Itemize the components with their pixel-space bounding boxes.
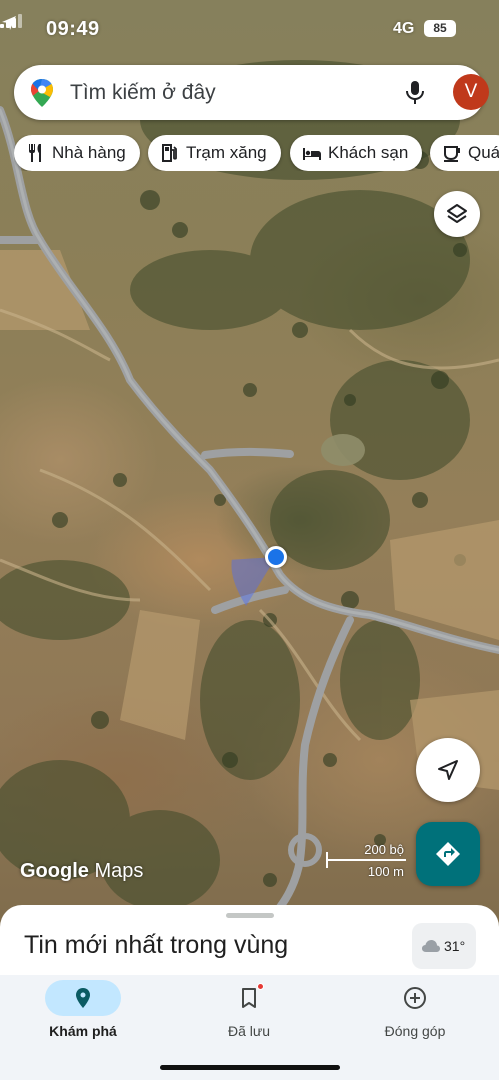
- current-location-dot: [265, 546, 287, 568]
- sheet-title: Tin mới nhất trong vùng: [24, 931, 289, 959]
- home-indicator[interactable]: [160, 1065, 340, 1070]
- add-circle-icon: [404, 987, 426, 1009]
- status-time: 09:49: [46, 18, 100, 40]
- nav-contribute[interactable]: Đóng góp: [332, 975, 498, 1055]
- my-location-button[interactable]: [416, 738, 480, 802]
- chip-gas-stations[interactable]: Trạm xăng: [148, 135, 281, 171]
- category-chips: Nhà hàng Trạm xăng Khách sạn Quá: [14, 135, 499, 171]
- chip-label: Quá: [468, 143, 499, 162]
- weather-chip[interactable]: 31°: [412, 923, 476, 969]
- nav-label: Đóng góp: [384, 1023, 446, 1039]
- gas-station-icon: [162, 144, 177, 162]
- bottom-sheet[interactable]: Tin mới nhất trong vùng 31°: [0, 905, 499, 985]
- nav-label: Khám phá: [49, 1023, 117, 1039]
- scale-metric: 100 m: [367, 864, 404, 879]
- chip-label: Nhà hàng: [52, 143, 126, 162]
- microphone-icon[interactable]: [404, 79, 426, 107]
- search-input[interactable]: Tìm kiếm ở đây: [70, 81, 216, 105]
- navigation-arrow-icon: [438, 760, 458, 780]
- chip-label: Khách sạn: [328, 143, 409, 162]
- bookmark-icon: [242, 988, 256, 1008]
- layers-icon: [447, 204, 467, 223]
- sheet-drag-handle[interactable]: [226, 913, 274, 918]
- weather-temperature: 31°: [444, 938, 466, 954]
- scale-imperial: 200 bộ: [364, 842, 404, 857]
- directions-icon: [436, 842, 460, 866]
- directions-button[interactable]: [416, 822, 480, 886]
- nav-label: Đã lưu: [227, 1023, 271, 1039]
- map-layers-button[interactable]: [434, 191, 480, 237]
- satellite-map[interactable]: 09:49 4G 85 Tìm kiếm ở đây V Nhà hàng Tr…: [0, 0, 499, 930]
- coffee-icon: [444, 146, 460, 162]
- status-bar: 09:49 4G 85: [0, 14, 499, 44]
- nav-explore[interactable]: Khám phá: [0, 975, 166, 1055]
- search-bar[interactable]: Tìm kiếm ở đây V: [14, 65, 489, 120]
- network-type: 4G: [393, 20, 415, 37]
- chip-coffee[interactable]: Quá: [430, 135, 499, 171]
- explore-pin-icon: [76, 988, 90, 1008]
- chip-restaurants[interactable]: Nhà hàng: [14, 135, 140, 171]
- chip-label: Trạm xăng: [186, 143, 267, 162]
- google-maps-watermark: Google Maps: [20, 860, 144, 882]
- cloud-icon: [422, 940, 440, 952]
- account-avatar[interactable]: V: [453, 74, 489, 110]
- nav-saved[interactable]: Đã lưu: [166, 975, 332, 1055]
- cellular-signal-icon: [0, 14, 22, 28]
- google-maps-pin-icon: [31, 79, 53, 107]
- notification-dot: [257, 983, 264, 990]
- chip-hotels[interactable]: Khách sạn: [290, 135, 423, 171]
- battery-icon: 85: [424, 20, 456, 37]
- hotel-icon: [303, 148, 321, 160]
- map-scale: 200 bộ 100 m: [326, 842, 406, 882]
- restaurant-icon: [29, 144, 41, 162]
